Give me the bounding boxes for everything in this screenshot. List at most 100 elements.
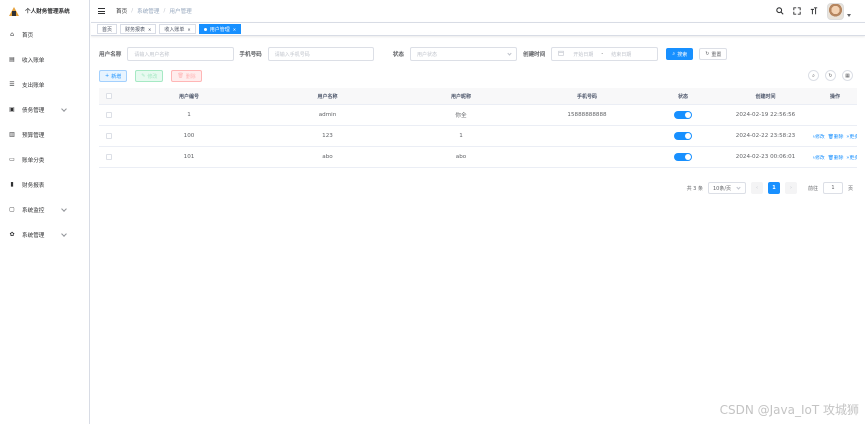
logo[interactable]: 个人财务管理系统 — [0, 0, 89, 22]
sidebar-item[interactable]: ☰ 支出账单 — [0, 72, 89, 97]
search-button-label: 搜索 — [677, 51, 688, 58]
username-input[interactable]: 请输入用户名称 — [127, 47, 235, 61]
search-form: 用户名称 请输入用户名称 手机号码 请输入手机号码 状态 用户状态 创建时间 开… — [99, 47, 728, 61]
goto-label: 前往 — [807, 185, 818, 192]
sidebar-item-label: 预算管理 — [22, 132, 45, 139]
tag-item[interactable]: 收入账单 ✕ — [159, 24, 196, 34]
main-content: 用户名称 请输入用户名称 手机号码 请输入手机号码 状态 用户状态 创建时间 开… — [91, 36, 865, 424]
edit-link[interactable]: ✎修改 — [813, 133, 825, 140]
trash-icon: 🗑 — [177, 73, 184, 79]
table-row[interactable]: 1 admin 你全 15888888888 2024-02-19 22:56:56 — [99, 105, 857, 126]
breadcrumb-home[interactable]: 首页 — [116, 7, 127, 15]
cell-nick: 1 — [459, 133, 463, 139]
edit-link[interactable]: ✎修改 — [813, 154, 825, 161]
select-all-checkbox[interactable] — [106, 93, 112, 99]
page-size-select[interactable]: 10条/页 — [707, 182, 746, 194]
more-link[interactable]: »更多 — [846, 133, 857, 140]
row-checkbox[interactable] — [106, 133, 112, 139]
add-button[interactable]: + 新增 — [99, 70, 128, 82]
tag-item[interactable]: 用户管理 ✕ — [198, 24, 242, 34]
sidebar-item-label: 债务管理 — [22, 107, 45, 114]
sidebar-item-label: 系统管理 — [22, 232, 45, 239]
app-title: 个人财务管理系统 — [25, 9, 70, 15]
close-icon[interactable]: ✕ — [187, 27, 190, 32]
home-icon: ⌂ — [10, 31, 14, 38]
font-size-icon[interactable] — [810, 7, 818, 15]
sidebar-item[interactable]: ▣ 债务管理 — [0, 97, 89, 122]
col-header-ops: 操作 — [829, 93, 840, 100]
sidebar-item[interactable]: ▭ 账单分类 — [0, 147, 89, 172]
search-button[interactable]: ⌕ 搜索 — [666, 48, 694, 60]
columns-icon[interactable]: ▦ — [842, 70, 853, 81]
tag-label: 财务报表 — [125, 26, 146, 33]
cell-id: 101 — [183, 154, 195, 160]
phone-placeholder: 请输入手机号码 — [274, 51, 310, 58]
row-checkbox[interactable] — [106, 154, 112, 160]
row-checkbox[interactable] — [106, 112, 112, 118]
status-select[interactable]: 用户状态 — [409, 47, 517, 61]
table-row[interactable]: 101 abo abo 2024-02-23 00:06:01 ✎修改 🗑删除 »更多 — [99, 147, 857, 168]
edit-button[interactable]: ✎ 修改 — [135, 70, 164, 82]
sidebar-item[interactable]: ✿ 系统管理 — [0, 222, 89, 247]
reset-button[interactable]: ↻ 重置 — [699, 48, 728, 60]
tag-label: 用户管理 — [209, 26, 230, 33]
wallet-icon: ▣ — [9, 106, 15, 113]
op-label: 修改 — [815, 134, 825, 140]
status-switch[interactable] — [674, 132, 692, 140]
op-label: 删除 — [833, 134, 844, 140]
breadcrumb-system: 系统管理 — [137, 9, 160, 15]
tag-item[interactable]: 财务报表 ✕ — [120, 24, 157, 34]
tag-label: 收入账单 — [164, 26, 185, 33]
created-label: 创建时间 — [522, 52, 546, 58]
plus-icon: + — [105, 73, 110, 79]
date-range-picker[interactable]: 开始日期 - 结束日期 — [551, 47, 659, 61]
hamburger-icon[interactable] — [98, 8, 105, 14]
status-label: 状态 — [392, 52, 404, 58]
cell-ops: ✎修改 🗑删除 »更多 — [813, 154, 857, 161]
delete-button[interactable]: 🗑 删除 — [171, 70, 202, 82]
avatar[interactable] — [827, 2, 844, 20]
close-icon[interactable]: ✕ — [148, 27, 151, 32]
status-switch[interactable] — [674, 153, 692, 161]
breadcrumb-current: 用户管理 — [169, 9, 192, 15]
page-number[interactable]: 1 — [767, 182, 780, 194]
add-button-label: 新增 — [111, 73, 122, 80]
breadcrumb-separator: / — [163, 8, 166, 14]
table-row[interactable]: 100 123 1 2024-02-22 23:58:23 ✎修改 🗑删除 »更多 — [99, 126, 857, 147]
sidebar-item[interactable]: ▮ 财务报表 — [0, 172, 89, 197]
goto-page-input[interactable]: 1 — [822, 182, 843, 194]
delete-link[interactable]: 🗑删除 — [828, 154, 844, 161]
next-page-button[interactable]: › — [784, 182, 797, 194]
toggle-search-icon[interactable]: ⌕ — [808, 70, 819, 81]
sidebar-item[interactable]: ▤ 收入账单 — [0, 47, 89, 72]
table-tools: ⌕ ↻ ▦ — [808, 70, 853, 81]
sidebar-item[interactable]: ⌂ 首页 — [0, 22, 89, 47]
op-label: 更多 — [849, 155, 857, 161]
delete-link[interactable]: 🗑删除 — [828, 133, 844, 140]
search-icon[interactable] — [776, 7, 784, 15]
caret-down-icon[interactable] — [847, 13, 851, 17]
col-header-id: 用户编号 — [178, 93, 199, 100]
start-date-placeholder: 开始日期 — [573, 51, 594, 58]
fullscreen-icon[interactable] — [793, 7, 801, 15]
monitor-icon: ▢ — [9, 206, 15, 213]
status-switch[interactable] — [674, 111, 692, 119]
delete-button-label: 删除 — [185, 73, 196, 80]
sidebar-item-label: 首页 — [22, 32, 34, 39]
prev-page-button[interactable]: ‹ — [750, 182, 763, 194]
op-label: 删除 — [833, 155, 844, 161]
calendar-icon — [558, 50, 565, 58]
tag-item[interactable]: 首页 — [97, 24, 118, 34]
cell-id: 100 — [183, 133, 195, 139]
close-icon[interactable]: ✕ — [233, 27, 236, 32]
op-label: 更多 — [849, 134, 857, 140]
refresh-icon[interactable]: ↻ — [825, 70, 836, 81]
phone-input[interactable]: 请输入手机号码 — [267, 47, 374, 61]
sidebar-item-label: 系统监控 — [22, 207, 45, 214]
more-link[interactable]: »更多 — [846, 154, 857, 161]
edit-icon: ✎ — [141, 73, 146, 79]
col-header-time: 创建时间 — [755, 93, 776, 100]
navbar: 首页 / 系统管理 / 用户管理 — [91, 0, 865, 22]
sidebar-item[interactable]: ▥ 预算管理 — [0, 122, 89, 147]
sidebar-item[interactable]: ▢ 系统监控 — [0, 197, 89, 222]
